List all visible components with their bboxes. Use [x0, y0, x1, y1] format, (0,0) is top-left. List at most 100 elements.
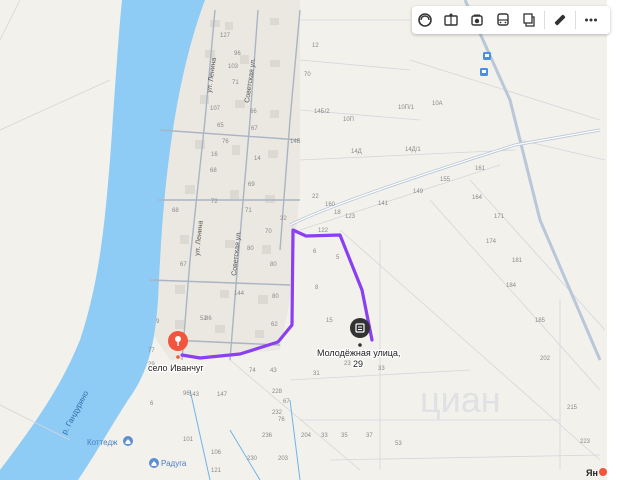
- house-number: 71: [232, 80, 239, 86]
- poi-kottedzh-label: Коттедж: [87, 438, 118, 447]
- house-number: 53: [395, 441, 402, 447]
- house-number: 184: [506, 283, 517, 289]
- house-number: 14Д: [351, 149, 362, 155]
- house-number: 62: [271, 322, 278, 328]
- bus-stop-icon[interactable]: [483, 52, 491, 60]
- map-canvas[interactable]: ул. Ленина Советская ул. ул. Ленина Сове…: [0, 0, 619, 480]
- house-number: 86: [205, 316, 212, 322]
- house-number: 171: [494, 214, 505, 220]
- house-number: 96: [234, 51, 241, 57]
- house-number: 37: [366, 433, 373, 439]
- watermark: циан: [420, 379, 501, 420]
- house-number: 164: [472, 195, 483, 201]
- house-number: 10П: [343, 117, 354, 123]
- house-number: 103: [228, 64, 239, 70]
- house-number: 71: [245, 208, 252, 214]
- house-number: 67: [180, 262, 187, 268]
- house-number: 33: [378, 366, 385, 372]
- toolbar-separator: [575, 11, 576, 29]
- house-number: 80: [272, 294, 279, 300]
- house-number: 202: [540, 356, 551, 362]
- house-number: 161: [475, 166, 486, 172]
- house-number: 121: [211, 468, 222, 474]
- house-number: 77: [148, 348, 155, 354]
- bus-icon[interactable]: [490, 7, 516, 33]
- map-provider-logo-dot: [599, 468, 607, 476]
- house-number: 223: [580, 439, 591, 445]
- map-toolbar: [412, 6, 610, 34]
- house-number: 32: [280, 216, 287, 222]
- house-number: 74: [249, 368, 256, 374]
- house-number: 236: [262, 433, 273, 439]
- poi-kottedzh-icon[interactable]: [123, 436, 133, 446]
- house-number: 155: [440, 177, 451, 183]
- house-number: 10А: [432, 101, 443, 107]
- house-number: 123: [345, 214, 356, 220]
- house-number: 14: [254, 156, 261, 162]
- house-number: 181: [512, 258, 523, 264]
- house-number: 204: [301, 433, 312, 439]
- map-provider-logo: Ян: [586, 468, 598, 478]
- house-number: 122: [318, 228, 329, 234]
- poi-raduga-label: Радуга: [161, 459, 187, 468]
- house-number: 12: [312, 43, 319, 49]
- house-number: 106: [211, 450, 222, 456]
- house-number: 107: [210, 106, 221, 112]
- house-number: 144: [234, 291, 245, 297]
- bus-stop-icon[interactable]: [480, 68, 488, 76]
- house-number: 33: [321, 433, 328, 439]
- poi-raduga-icon[interactable]: [149, 458, 159, 468]
- house-number: 232: [272, 410, 283, 416]
- house-number: 147: [217, 392, 228, 398]
- house-number: 15: [326, 318, 333, 324]
- house-number: 10П/1: [398, 105, 415, 111]
- house-number: 68: [172, 208, 179, 214]
- house-number: 101: [183, 437, 194, 443]
- copy-icon[interactable]: [516, 7, 542, 33]
- house-number: 149: [413, 189, 424, 195]
- house-number: 70: [304, 72, 311, 78]
- house-number: 70: [265, 229, 272, 235]
- house-number: 23: [344, 361, 351, 367]
- house-number: 174: [486, 239, 497, 245]
- house-number: 68: [210, 168, 217, 174]
- house-number: 14Б/2: [314, 109, 330, 115]
- toolbar-separator: [544, 11, 545, 29]
- house-number: 22: [312, 194, 319, 200]
- house-number: 69: [248, 182, 255, 188]
- house-number: 160: [325, 202, 336, 208]
- house-number: 143: [189, 392, 200, 398]
- house-number: 203: [278, 456, 289, 462]
- destination-label-line2: 29: [353, 359, 363, 369]
- house-number: 76: [222, 139, 229, 145]
- house-number: 18: [334, 210, 341, 216]
- house-number: 35: [341, 433, 348, 439]
- house-number: 43: [270, 368, 277, 374]
- house-number: 80: [270, 262, 277, 268]
- house-number: 96: [183, 391, 190, 397]
- house-number: 185: [535, 318, 546, 324]
- house-number: 16: [211, 152, 218, 158]
- ruler-icon[interactable]: [547, 7, 573, 33]
- start-pin-label: село Иванчуг: [148, 363, 204, 373]
- panorama-icon[interactable]: [438, 7, 464, 33]
- house-number: 67: [283, 399, 290, 405]
- right-edge-panel: [607, 0, 619, 480]
- house-number: 65: [217, 123, 224, 129]
- house-number: 228: [272, 389, 283, 395]
- house-number: 215: [567, 405, 578, 411]
- camera-icon[interactable]: [464, 7, 490, 33]
- house-number: 230: [247, 456, 258, 462]
- house-number: 141: [378, 201, 389, 207]
- house-number: 67: [251, 126, 258, 132]
- more-icon[interactable]: [578, 7, 604, 33]
- house-number: 80: [247, 246, 254, 252]
- house-number: 14Д/1: [405, 147, 421, 153]
- house-number: 31: [313, 371, 320, 377]
- destination-label-line1: Молодёжная улица,: [317, 348, 400, 358]
- house-number: 66: [250, 109, 257, 115]
- house-number: 76: [278, 417, 285, 423]
- layers-icon[interactable]: [412, 7, 438, 33]
- house-number: 14Б: [290, 139, 301, 145]
- house-number: 72: [211, 199, 218, 205]
